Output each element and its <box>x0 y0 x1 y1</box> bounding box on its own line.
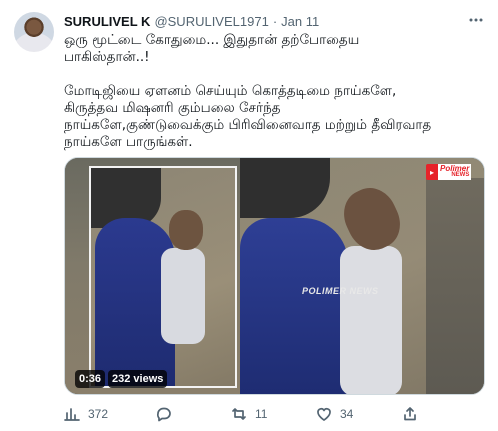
video-inset-frame <box>89 166 237 388</box>
tweet-text-line: நாய்களே பாருங்கள். <box>64 134 193 150</box>
tweet-header: SURULIVEL K @SURULIVEL1971 · Jan 11 <box>64 12 319 30</box>
figure-head <box>169 210 203 250</box>
logo-text: Polimer <box>440 164 470 173</box>
logo-text-box: Polimer NEWS <box>438 164 472 180</box>
background-wall <box>426 178 484 394</box>
tweet-text-line: ஒரு மூட்டை கோதுமை... இதுதான் தற்போதைய <box>64 32 360 48</box>
background-figure <box>240 158 330 218</box>
separator-dot: · <box>272 13 278 29</box>
tweet-date[interactable]: Jan 11 <box>281 14 319 29</box>
video-duration-badge: 0:36 <box>75 370 106 388</box>
figure-head <box>335 179 409 259</box>
video-views-badge: 232 views <box>108 370 168 388</box>
tweet-text-line: நாய்களே,குண்டுவைக்கும் பிரிவினைவாத மற்று… <box>64 117 432 133</box>
video-watermark: POLIMER NEWS <box>302 286 379 296</box>
video-left-panel <box>65 158 240 394</box>
white-shirt-figure <box>161 248 205 344</box>
tweet-text-line: பாகிஸ்தான்..! <box>64 49 150 65</box>
like-icon <box>317 408 331 421</box>
tweet-text-line: மோடிஜியை ஏளனம் செய்யும் கொத்தடிமை நாய்கள… <box>64 83 397 99</box>
blue-clothed-figure <box>240 218 348 394</box>
logo-mark: ▸ <box>426 164 438 180</box>
logo-subtext: NEWS <box>451 172 470 178</box>
like-count: 34 <box>340 407 354 421</box>
views-count: 372 <box>88 407 109 421</box>
video-player[interactable]: POLIMER NEWS ▸ Polimer NEWS 0:36 232 vie… <box>64 157 485 395</box>
retweet-icon <box>232 408 246 420</box>
tweet[interactable]: SURULIVEL K @SURULIVEL1971 · Jan 11 ஒரு … <box>0 0 498 431</box>
tweet-text: ஒரு மூட்டை கோதுமை... இதுதான் தற்போதைய பா… <box>64 32 484 151</box>
views-action[interactable]: 372 <box>64 404 108 424</box>
polimer-news-logo: ▸ Polimer NEWS <box>426 164 472 180</box>
retweet-action[interactable]: 11 <box>231 404 267 424</box>
avatar[interactable] <box>14 12 54 52</box>
retweet-count: 11 <box>255 407 268 421</box>
video-right-panel: POLIMER NEWS <box>240 158 484 394</box>
author-handle[interactable]: @SURULIVEL1971 <box>154 14 268 29</box>
white-shirt-figure <box>340 246 402 394</box>
share-icon <box>404 407 416 421</box>
tweet-actions: 372 11 34 <box>64 404 485 424</box>
reply-action[interactable] <box>156 404 180 424</box>
like-action[interactable]: 34 <box>316 404 353 424</box>
analytics-icon <box>64 408 80 421</box>
share-action[interactable] <box>402 404 418 424</box>
reply-icon <box>156 407 171 422</box>
author-name[interactable]: SURULIVEL K <box>64 14 150 29</box>
more-icon[interactable] <box>466 10 486 30</box>
tweet-text-line: கிருத்தவ மிஷனரி கும்பலை சேர்ந்த <box>64 100 281 116</box>
